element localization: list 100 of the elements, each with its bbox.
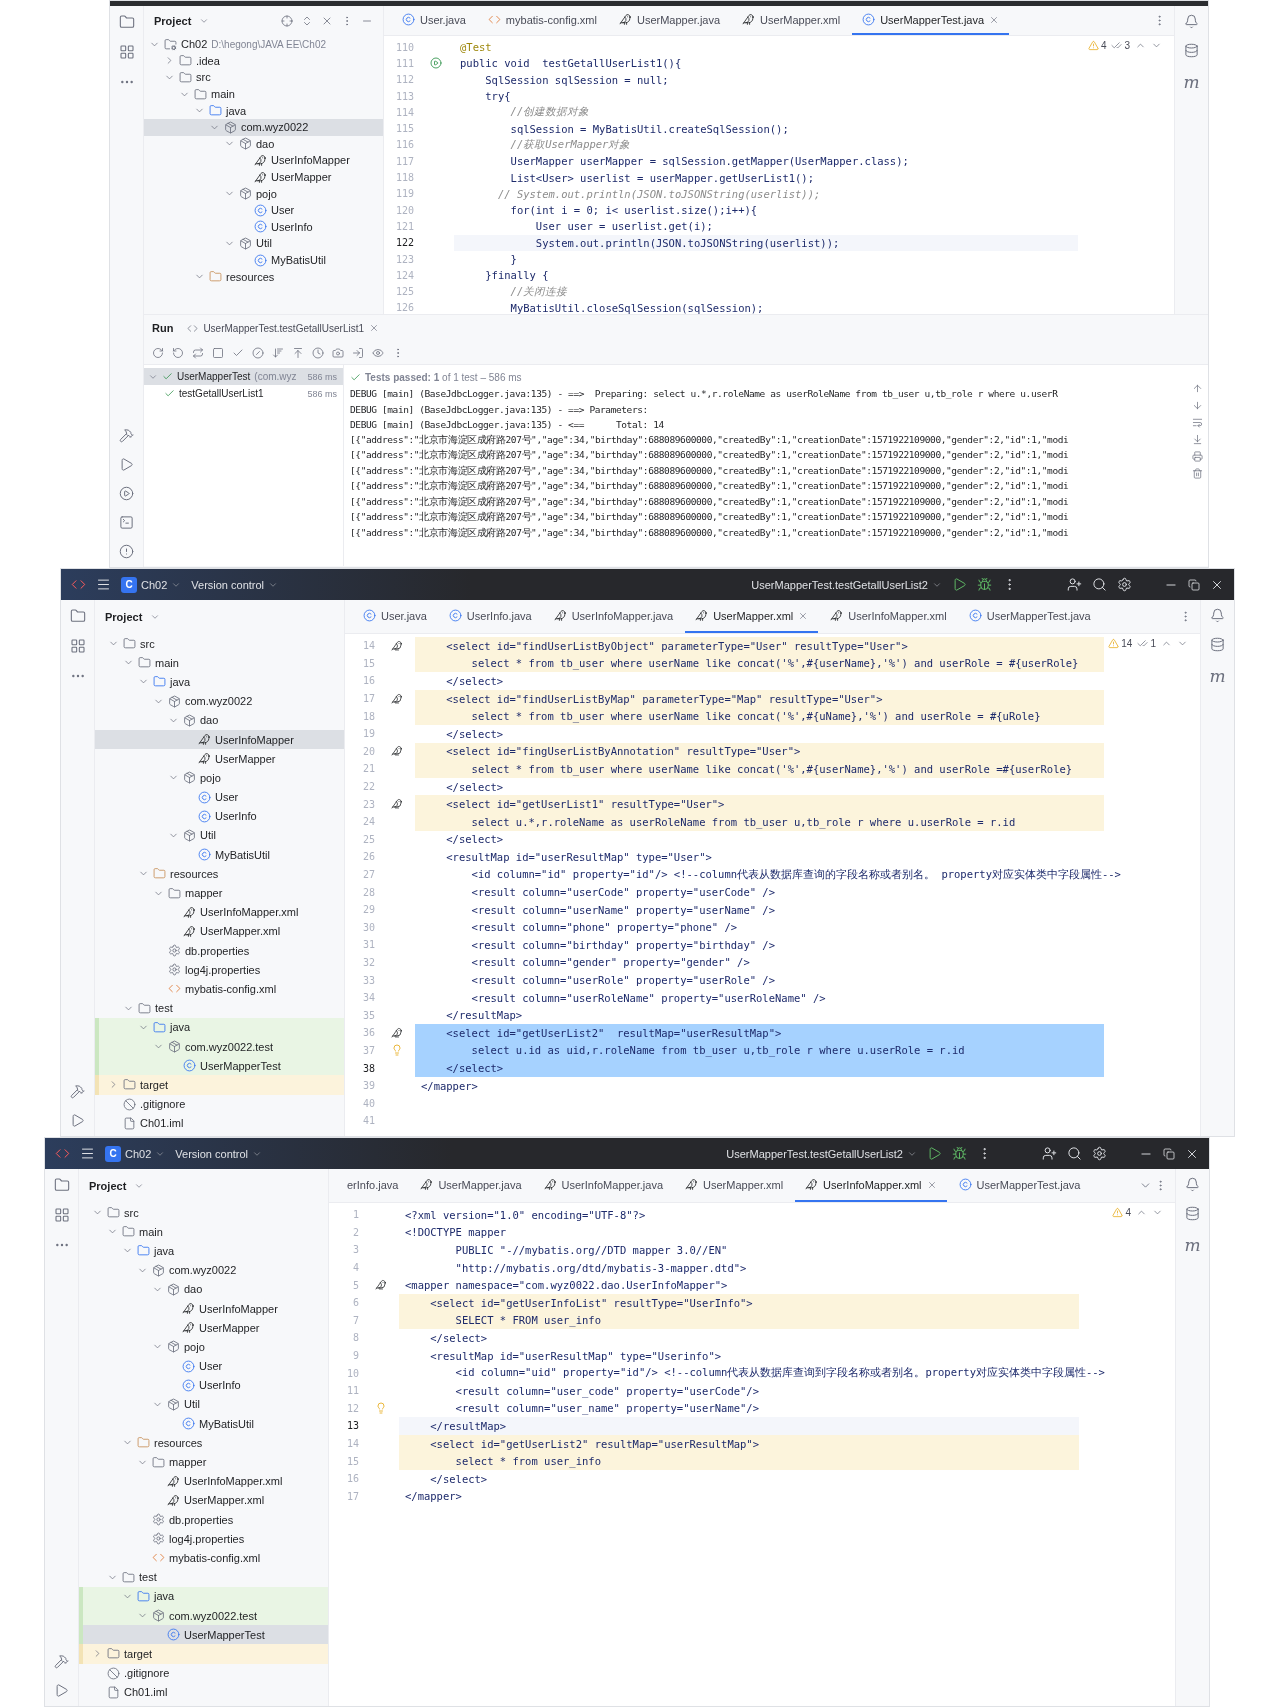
tree-item[interactable]: Util [95, 825, 344, 846]
project-name[interactable]: Ch02 [125, 1147, 152, 1160]
editor-tab[interactable]: UserMapper.xml [732, 6, 851, 35]
screenshot-icon[interactable] [332, 346, 344, 359]
tree-item[interactable]: resources [79, 1433, 328, 1453]
project-icon[interactable] [53, 1177, 70, 1193]
tree-item[interactable]: target [95, 1075, 344, 1095]
scroll-to-end-icon[interactable] [1191, 434, 1203, 445]
tree-item[interactable]: pojo [95, 768, 344, 788]
tree-item[interactable]: Util [79, 1394, 328, 1415]
tree-item[interactable]: pojo [79, 1337, 328, 1357]
search-icon[interactable] [1067, 1146, 1082, 1161]
tree-item[interactable]: java [79, 1586, 328, 1606]
arrow-up-icon[interactable] [1191, 383, 1203, 394]
tree-item[interactable]: .gitignore [79, 1663, 328, 1683]
editor-tab[interactable]: UserInfoMapper.xml [820, 600, 957, 633]
rerun-icon[interactable] [152, 346, 164, 359]
search-icon[interactable] [1092, 577, 1107, 592]
run-configuration[interactable]: UserMapperTest.testGetallUserList2 [726, 1147, 903, 1160]
lightbulb-icon[interactable] [391, 1044, 403, 1057]
run-configuration[interactable]: UserMapperTest.testGetallUserList2 [751, 578, 928, 591]
tree-item[interactable]: UserInfoMapper [79, 1298, 328, 1319]
menu-icon[interactable] [96, 577, 111, 592]
project-icon[interactable] [69, 608, 86, 624]
restore-icon[interactable] [1188, 578, 1200, 591]
build-icon[interactable] [119, 428, 134, 443]
tree-item[interactable]: java [95, 1017, 344, 1037]
tree-item[interactable]: Util [144, 235, 383, 252]
editor-tab[interactable]: User.java [392, 6, 476, 35]
test-item[interactable]: testGetallUserList1 586 ms [144, 385, 343, 402]
tree-item[interactable]: UserInfo [144, 218, 383, 236]
bird-icon[interactable] [391, 692, 403, 705]
version-control-menu[interactable]: Version control [191, 578, 265, 591]
editor-tab[interactable]: UserMapperTest.java [852, 6, 1010, 35]
problems-icon[interactable] [119, 544, 134, 559]
structure-icon[interactable] [69, 638, 86, 654]
build-icon[interactable] [54, 1654, 69, 1669]
add-user-icon[interactable] [1042, 1146, 1057, 1161]
toggle-auto-test-icon[interactable] [192, 346, 204, 359]
database-icon[interactable] [1184, 43, 1199, 58]
tree-item[interactable]: .idea [144, 52, 383, 70]
editor-tab[interactable]: erInfo.java [337, 1169, 409, 1202]
run-tab[interactable]: UserMapperTest.testGetallUserList1 [187, 322, 379, 334]
editor-tab[interactable]: UserMapper.xml [685, 600, 819, 633]
preview-icon[interactable] [372, 346, 384, 359]
editor-tab[interactable]: UserMapper.xml [675, 1169, 794, 1202]
rerun-failed-icon[interactable] [172, 346, 184, 359]
debug-icon[interactable] [952, 1146, 967, 1161]
editor-tab[interactable]: UserInfoMapper.xml [795, 1169, 947, 1202]
tree-item[interactable]: log4j.properties [95, 960, 344, 980]
settings-icon[interactable] [1092, 1146, 1107, 1161]
tree-item[interactable]: Ch01.iml [79, 1682, 328, 1702]
tree-item[interactable]: dao [95, 710, 344, 730]
tree-item[interactable]: db.properties [95, 941, 344, 961]
bird-icon[interactable] [391, 798, 403, 811]
tree-item[interactable]: com.wyz0022 [95, 691, 344, 711]
tree-item[interactable]: src [95, 634, 344, 654]
tree-item[interactable]: test [79, 1567, 328, 1587]
debug-icon[interactable] [977, 577, 992, 592]
tree-item[interactable]: db.properties [79, 1510, 328, 1530]
notifications-icon[interactable] [1184, 14, 1199, 29]
arrow-down-icon[interactable] [1191, 400, 1203, 411]
tree-item[interactable]: UserMapper [79, 1318, 328, 1338]
tree-item[interactable]: java [95, 672, 344, 692]
editor-tab[interactable]: UserInfoMapper.java [533, 1169, 674, 1202]
tree-item[interactable]: Ch02 D:\hegong\JAVA EE\Ch02 [144, 36, 383, 53]
show-ignored-icon[interactable] [252, 346, 264, 359]
tree-item[interactable]: dao [79, 1279, 328, 1299]
test-item[interactable]: UserMapperTest (com.wyz 586 ms [144, 368, 343, 385]
editor-tab[interactable]: UserMapper.java [410, 1169, 532, 1202]
tree-item[interactable]: test [95, 998, 344, 1018]
editor-tab[interactable]: UserMapperTest.java [948, 1169, 1091, 1202]
tree-item[interactable]: com.wyz0022 [79, 1260, 328, 1280]
expand-collapse-icon[interactable] [301, 15, 313, 27]
history-icon[interactable] [312, 346, 324, 359]
tree-item[interactable]: src [79, 1203, 328, 1223]
terminal-icon[interactable] [119, 515, 134, 530]
tree-item[interactable]: pojo [144, 185, 383, 202]
lightbulb-icon[interactable] [375, 1402, 387, 1415]
add-user-icon[interactable] [1067, 577, 1082, 592]
tree-item[interactable]: UserMapper [144, 168, 383, 186]
import-icon[interactable] [292, 346, 304, 359]
database-icon[interactable] [1210, 637, 1225, 652]
editor-tab[interactable]: UserMapper.java [608, 6, 731, 35]
run-icon[interactable] [927, 1146, 942, 1161]
sort-icon[interactable] [272, 346, 284, 359]
tree-item[interactable]: UserMapperTest [79, 1625, 328, 1645]
tree-item[interactable]: MyBatisUtil [95, 845, 344, 865]
services-icon[interactable] [119, 486, 134, 501]
panel-title[interactable]: Project [105, 611, 143, 623]
bird-icon[interactable] [391, 1026, 403, 1039]
tree-item[interactable]: main [144, 85, 383, 103]
tree-item[interactable]: java [79, 1241, 328, 1261]
tree-item[interactable]: User [144, 201, 383, 219]
tree-item[interactable]: log4j.properties [79, 1529, 328, 1549]
tree-item[interactable]: UserInfoMapper.xml [79, 1471, 328, 1491]
export-icon[interactable] [352, 346, 364, 359]
build-icon[interactable] [70, 1084, 85, 1099]
notifications-icon[interactable] [1185, 1177, 1200, 1192]
panel-title[interactable]: Project [154, 15, 192, 27]
